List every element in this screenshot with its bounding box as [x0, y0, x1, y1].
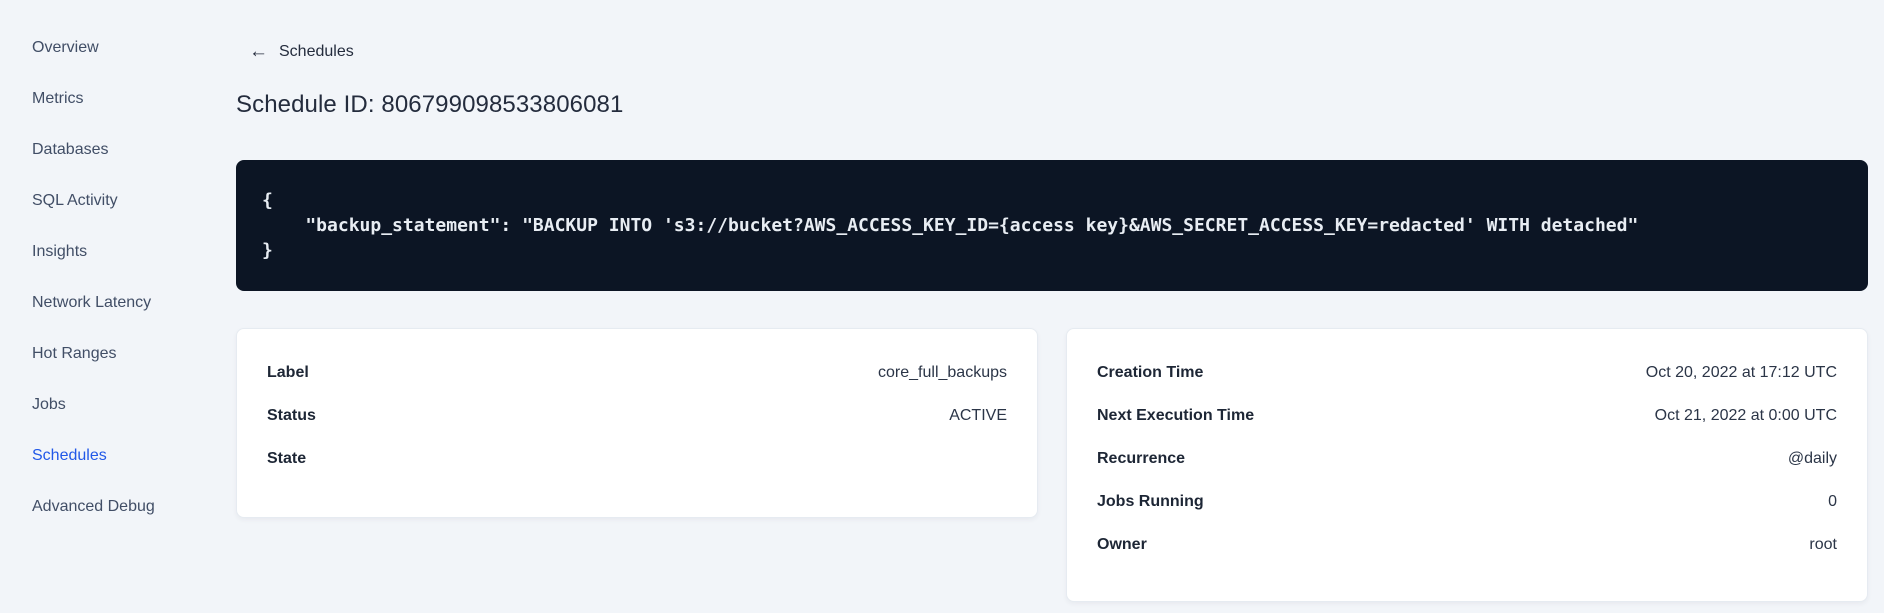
label-value: core_full_backups: [878, 363, 1007, 381]
back-link-label: Schedules: [279, 42, 354, 60]
jobs-running-value: 0: [1828, 492, 1837, 510]
row-owner-title: Owner: [1097, 535, 1147, 553]
row-next-execution-time: Next Execution Time Oct 21, 2022 at 0:00…: [1097, 394, 1837, 437]
owner-value: root: [1809, 535, 1837, 553]
row-state-title: State: [267, 449, 307, 467]
row-status: Status ACTIVE: [267, 394, 1007, 437]
code-line: "backup_statement": "BACKUP INTO 's3://b…: [262, 215, 1639, 236]
row-next-execution-title: Next Execution Time: [1097, 406, 1255, 424]
main-content: ← Schedules Schedule ID: 806799098533806…: [236, 0, 1868, 602]
row-label-title: Label: [267, 363, 309, 381]
row-recurrence-title: Recurrence: [1097, 449, 1186, 467]
schedule-timing-card: Creation Time Oct 20, 2022 at 17:12 UTC …: [1066, 328, 1868, 602]
row-recurrence: Recurrence @daily: [1097, 437, 1837, 480]
next-execution-value: Oct 21, 2022 at 0:00 UTC: [1654, 406, 1837, 424]
sidebar-item-hot-ranges[interactable]: Hot Ranges: [0, 328, 236, 379]
sidebar-item-overview[interactable]: Overview: [0, 22, 236, 73]
row-creation-time: Creation Time Oct 20, 2022 at 17:12 UTC: [1097, 351, 1837, 394]
row-jobs-running: Jobs Running 0: [1097, 480, 1837, 523]
row-status-title: Status: [267, 406, 316, 424]
sidebar-item-schedules[interactable]: Schedules: [0, 430, 236, 481]
creation-time-value: Oct 20, 2022 at 17:12 UTC: [1645, 363, 1837, 381]
row-creation-time-title: Creation Time: [1097, 363, 1204, 381]
summary-cards: Label core_full_backups Status ACTIVE St…: [236, 328, 1868, 602]
back-link-schedules[interactable]: ← Schedules: [236, 42, 354, 61]
sidebar-item-sql-activity[interactable]: SQL Activity: [0, 175, 236, 226]
code-line: {: [262, 190, 273, 211]
sidebar-item-insights[interactable]: Insights: [0, 226, 236, 277]
sidebar-item-advanced-debug[interactable]: Advanced Debug: [0, 481, 236, 532]
sidebar-item-network-latency[interactable]: Network Latency: [0, 277, 236, 328]
recurrence-value: @daily: [1787, 449, 1837, 467]
sidebar-item-jobs[interactable]: Jobs: [0, 379, 236, 430]
row-label: Label core_full_backups: [267, 351, 1007, 394]
page-title: Schedule ID: 806799098533806081: [236, 91, 624, 118]
back-arrow-icon: ←: [249, 41, 268, 62]
row-jobs-running-title: Jobs Running: [1097, 492, 1204, 510]
row-state: State: [267, 437, 1007, 480]
sidebar-item-databases[interactable]: Databases: [0, 124, 236, 175]
sidebar: Overview Metrics Databases SQL Activity …: [0, 22, 236, 532]
schedule-details-card: Label core_full_backups Status ACTIVE St…: [236, 328, 1038, 518]
code-line: }: [262, 240, 273, 261]
status-value: ACTIVE: [949, 406, 1007, 424]
row-owner: Owner root: [1097, 523, 1837, 566]
schedule-definition-code: { "backup_statement": "BACKUP INTO 's3:/…: [236, 160, 1868, 291]
sidebar-item-metrics[interactable]: Metrics: [0, 73, 236, 124]
